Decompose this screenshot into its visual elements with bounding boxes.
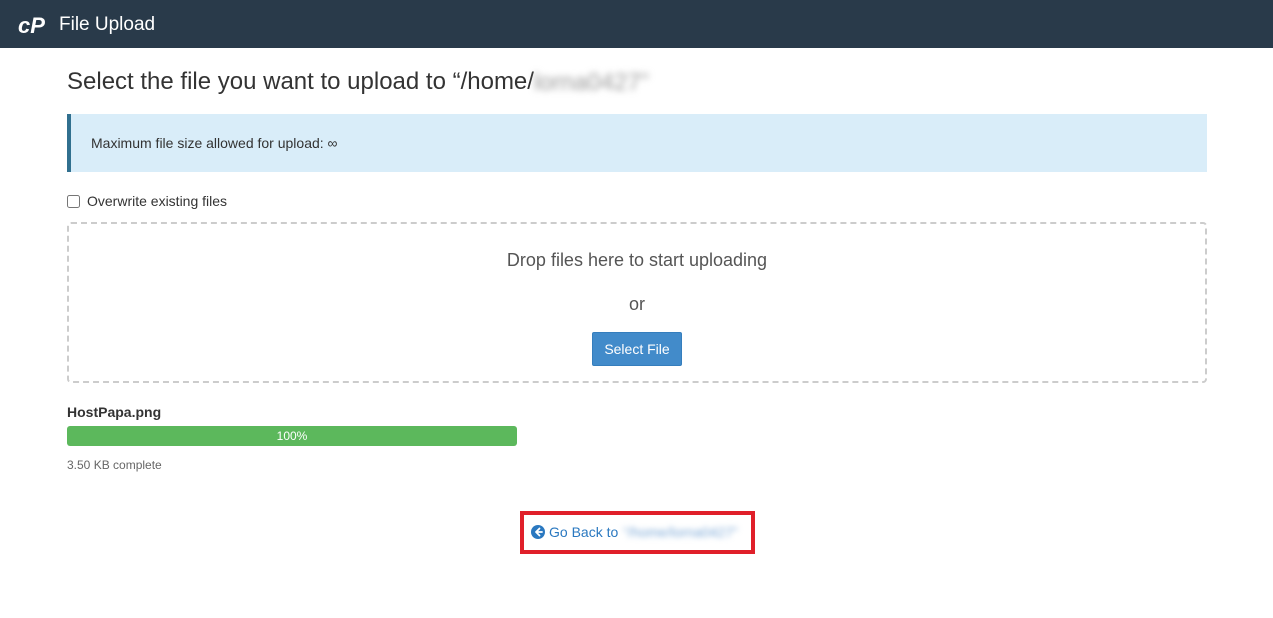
overwrite-label[interactable]: Overwrite existing files [87,192,227,210]
go-back-path-blurred: “/home/lorna0427” [623,524,738,540]
max-file-size-text: Maximum file size allowed for upload: ∞ [91,135,338,151]
page-title-text: Select the file you want to upload to “/… [67,68,534,95]
overwrite-checkbox[interactable] [67,194,80,208]
top-header-bar: cP File Upload [0,0,1273,48]
go-back-link[interactable]: Go Back to “/home/lorna0427” [531,521,738,543]
page-title-path-blurred: lorna0427” [533,68,649,96]
app-title: File Upload [59,14,156,35]
or-separator: or [628,294,645,314]
svg-text:cP: cP [18,14,45,36]
upload-status-text: 3.50 KB complete [67,458,162,472]
page-title: Select the file you want to upload to “/… [67,66,649,99]
upload-progress-bar: 100% [67,426,517,446]
select-file-button[interactable]: Select File [592,332,682,366]
arrow-circle-left-icon [531,525,545,539]
file-drop-zone[interactable]: Drop files here to start uploading or Se… [67,222,1207,383]
go-back-label: Go Back to [549,524,619,540]
upload-progress-label: 100% [276,429,308,443]
cpanel-logo-icon[interactable]: cP [18,14,50,36]
max-file-size-alert: Maximum file size allowed for upload: ∞ [67,114,1207,172]
uploaded-file-name: HostPapa.png [67,404,162,420]
drop-instructions: Drop files here to start uploading [506,250,768,270]
overwrite-option: Overwrite existing files [67,192,227,210]
